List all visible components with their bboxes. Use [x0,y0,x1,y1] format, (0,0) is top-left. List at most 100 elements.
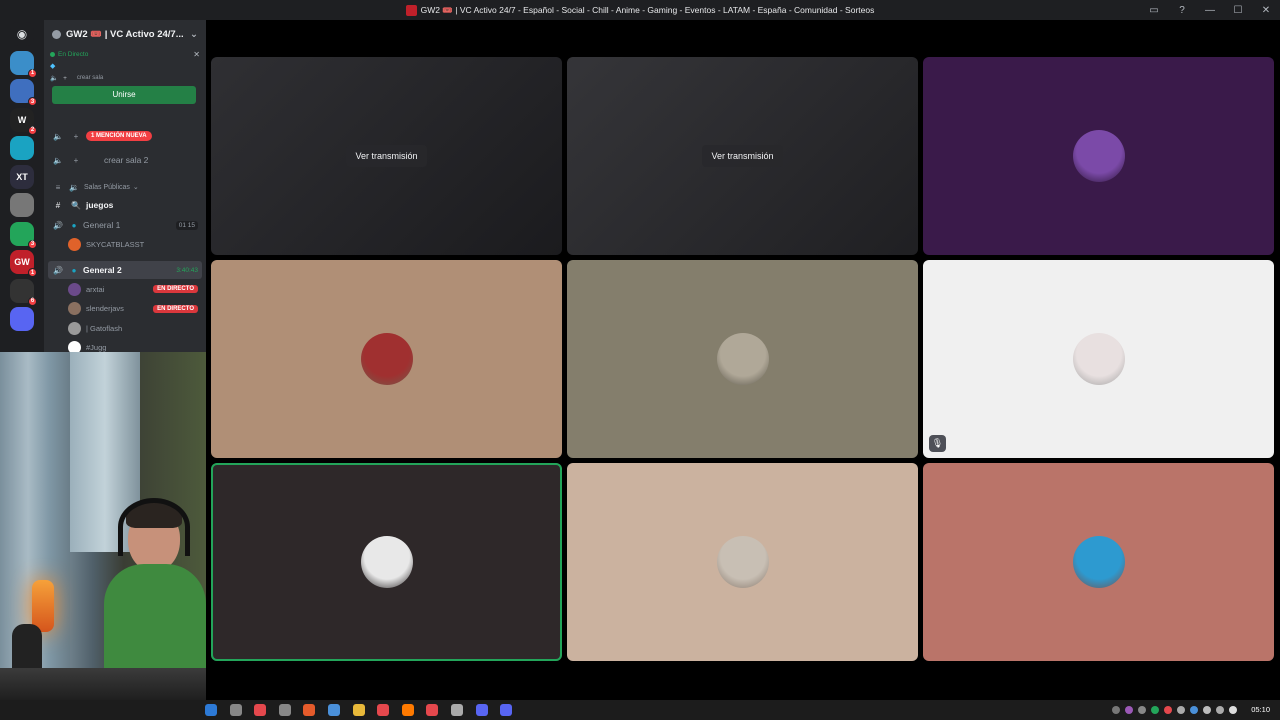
channel-juegos-label: juegos [86,200,114,210]
plus-icon[interactable]: + [70,132,82,141]
live-badge[interactable]: EN DIRECTO [153,304,198,313]
notification-badge: 3 [28,239,37,249]
tray-icon[interactable] [1112,706,1120,714]
speaker-icon: 🔈 [53,155,63,165]
close-button[interactable]: ✕ [1252,0,1280,20]
voice-user[interactable]: | Gatoflash [68,319,198,337]
mention-row[interactable]: 🔈 + 1 MENCIÓN NUEVA [44,127,206,145]
help-icon[interactable]: ? [1168,0,1196,20]
discord-home-icon[interactable]: ◉ [10,22,34,46]
server-icon[interactable]: 6 [10,278,37,306]
server-icon[interactable]: W2 [10,107,37,135]
server-icon[interactable] [10,307,34,331]
title-bar: GW2 🎟️ | VC Activo 24/7 - Español - Soci… [0,0,1280,20]
taskbar-app-icon[interactable] [500,704,513,716]
close-icon[interactable]: ✕ [193,50,200,59]
user-tile-8[interactable] [567,463,918,661]
server-icon[interactable]: XT [10,164,34,189]
maximize-button[interactable]: ☐ [1224,0,1252,20]
tray-icon[interactable] [1138,706,1146,714]
call-timer: 3:40:43 [176,266,198,274]
live-dot-icon [50,51,55,57]
taskbar-app-icon[interactable] [254,704,267,716]
user-tile-9[interactable] [923,463,1274,661]
guild-name: GW2 🎟️ | VC Activo 24/7... [66,28,184,40]
taskbar-app-icon[interactable] [451,704,463,716]
taskbar-app-icon[interactable] [205,704,217,716]
taskbar-app-icon[interactable] [328,704,340,716]
plus-icon[interactable]: + [70,156,82,165]
live-badge[interactable]: EN DIRECTO [153,285,198,293]
general-2-label: General 2 [83,265,122,275]
user-tile-3[interactable] [923,57,1274,255]
taskbar: 05:10 [0,700,1280,720]
speaker-icon: 🔈 [53,131,63,141]
minimize-button[interactable]: — [1196,0,1224,20]
avatar [68,282,81,296]
tray-icon[interactable] [1151,706,1159,714]
window-title: GW2 🎟️ | VC Activo 24/7 - Español - Soci… [0,0,1280,20]
tray-icon[interactable] [1216,706,1224,714]
server-icon[interactable]: 1 [10,50,37,78]
tray-icon[interactable] [1229,706,1237,714]
new-mention-pill[interactable]: 1 MENCIÓN NUEVA [86,131,152,141]
guild-icon [52,29,61,39]
stream-tile-1[interactable]: Ver transmisión [211,57,562,255]
muted-mic-icon: 🎙 [929,435,946,452]
user-tile-7[interactable] [211,463,562,661]
taskbar-app-icon[interactable] [278,704,291,716]
server-icon[interactable]: 3 [10,79,37,106]
user-tile-5[interactable] [567,260,918,458]
server-icon[interactable] [10,193,34,217]
window-title-text: GW2 🎟️ | VC Activo 24/7 - Español - Soci… [420,5,875,15]
chevron-down-icon: ⌄ [190,28,198,40]
headphones-icon [118,498,190,556]
create-room-2-row[interactable]: 🔈 + crear sala 2 [44,151,206,169]
taskbar-app-icon[interactable] [426,704,439,716]
voice-live-icon: 🔊 [53,265,63,275]
webcam-overlay [0,352,206,700]
taskbar-app-icon[interactable] [229,704,242,716]
tray-icon[interactable] [1177,706,1185,714]
avatar [1072,130,1125,182]
tray-icon[interactable] [1164,706,1172,714]
taskbar-app-icon[interactable] [475,704,488,716]
taskbar-app-icon[interactable] [303,704,316,716]
voice-user[interactable]: slenderjavs EN DIRECTO [68,300,198,318]
watch-stream-button[interactable]: Ver transmisión [702,145,783,167]
server-icon[interactable]: 3 [10,221,37,249]
taskbar-app-icon[interactable] [401,704,414,716]
server-list: ◉ 1 3 W 2 XT 3 GW 1 6 [0,20,44,352]
channel-juegos[interactable]: # 🔍 juegos [44,196,206,214]
channel-general-1[interactable]: 🔊 ● General 1 01 15 [44,216,206,234]
tray-icon[interactable] [1203,706,1211,714]
clock: 05:10 [1251,705,1270,714]
inbox-icon[interactable]: ▭ [1140,0,1168,20]
voice-user[interactable]: #Jugg [68,339,198,352]
tray-icon[interactable] [1190,706,1198,714]
voice-user-name: | Gatoflash [86,323,123,333]
create-room-label: crear sala [76,75,104,81]
avatar [1072,536,1125,588]
desk [0,668,206,700]
notification-badge: 2 [28,125,37,135]
category-row[interactable]: ≡ 🔉 Salas Públicas ⌄ [44,178,206,196]
join-button[interactable]: Unirse [52,86,196,104]
server-icon[interactable]: GW 1 [10,250,37,277]
channel-general-2[interactable]: 🔊 ● General 2 3:40:43 [48,261,202,279]
plus-icon[interactable]: + [63,75,67,82]
user-tile-6[interactable]: 🎙 [923,260,1274,458]
voice-user[interactable]: SKYCATBLASST [68,235,198,253]
lamp [32,580,54,632]
server-icon[interactable] [10,136,34,160]
watch-stream-button[interactable]: Ver transmisión [346,145,427,167]
tray-icon[interactable] [1125,706,1133,714]
avatar [360,333,413,385]
voice-live-icon: 🔊 [53,220,63,230]
user-tile-4[interactable] [211,260,562,458]
voice-user[interactable]: arxtai EN DIRECTO [68,280,198,298]
taskbar-app-icon[interactable] [352,704,365,716]
stream-tile-2[interactable]: Ver transmisión [567,57,918,255]
guild-header[interactable]: GW2 🎟️ | VC Activo 24/7... ⌄ [44,20,206,48]
taskbar-app-icon[interactable] [377,704,390,716]
